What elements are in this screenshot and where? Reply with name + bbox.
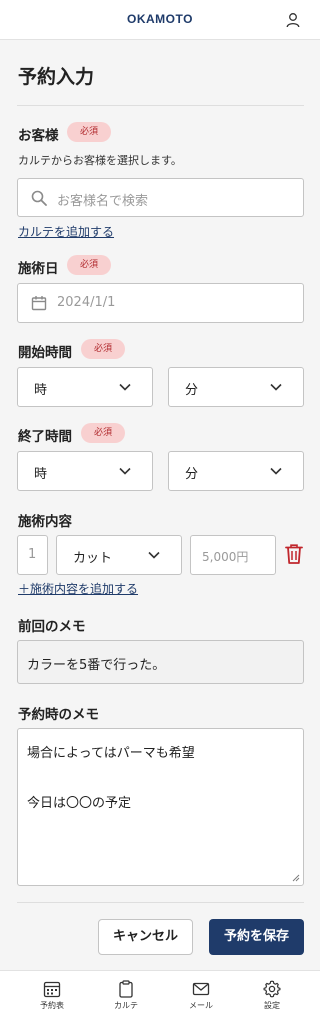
treatment-date-label: 施術日	[18, 261, 59, 277]
bottom-navigation: 予約表 カルテ メール 設定	[0, 970, 320, 1020]
end-minute-value: 分	[185, 467, 199, 482]
start-hour-value: 時	[34, 383, 48, 398]
end-hour-select[interactable]: 時	[17, 451, 153, 491]
treatment-menu-value: カット	[73, 551, 113, 566]
booking-memo-line: 場合によってはパーマも希望	[27, 746, 195, 761]
nav-item-settings[interactable]: 設定	[237, 971, 307, 1020]
booking-memo-textarea[interactable]: 場合によってはパーマも希望 今日は〇〇の予定	[17, 728, 304, 886]
search-icon	[31, 190, 47, 206]
chevron-down-icon	[270, 383, 282, 391]
page-title: 予約入力	[18, 66, 95, 88]
add-chart-link[interactable]: カルテを追加する	[18, 223, 114, 240]
end-hour-value: 時	[34, 467, 48, 482]
app-header: OKAMOTO	[0, 0, 320, 40]
treatment-content-label: 施術内容	[18, 514, 72, 530]
required-badge: 必須	[81, 339, 125, 359]
previous-memo-text: カラーを5番で行った。	[27, 658, 166, 673]
user-icon[interactable]	[284, 11, 302, 29]
nav-item-chart[interactable]: カルテ	[91, 971, 161, 1020]
start-time-label: 開始時間	[18, 345, 72, 361]
title-divider	[17, 105, 304, 106]
chevron-down-icon	[148, 551, 160, 559]
price-input[interactable]: 5,000円	[190, 535, 276, 575]
calendar-icon	[43, 981, 61, 998]
price-placeholder: 5,000円	[202, 550, 249, 564]
add-treatment-link[interactable]: ＋施術内容を追加する	[18, 580, 138, 597]
actions-divider	[17, 902, 304, 903]
chevron-down-icon	[119, 383, 131, 391]
search-placeholder: お客様名で検索	[57, 194, 149, 209]
cancel-button[interactable]: キャンセル	[98, 919, 193, 955]
required-badge: 必須	[67, 122, 111, 142]
clipboard-icon	[119, 980, 133, 998]
end-minute-select[interactable]: 分	[168, 451, 304, 491]
date-placeholder: 2024/1/1	[57, 295, 116, 310]
nav-label: メール	[189, 1001, 213, 1010]
customer-label: お客様	[18, 128, 59, 144]
required-badge: 必須	[67, 255, 111, 275]
start-hour-select[interactable]: 時	[17, 367, 153, 407]
quantity-value: 1	[28, 547, 37, 562]
nav-label: 設定	[264, 1001, 280, 1010]
booking-memo-label: 予約時のメモ	[18, 707, 99, 723]
resize-handle-icon[interactable]	[292, 874, 300, 882]
chevron-down-icon	[119, 467, 131, 475]
booking-memo-line: 今日は〇〇の予定	[27, 796, 132, 811]
brand-logo[interactable]: OKAMOTO	[0, 12, 320, 26]
start-minute-value: 分	[185, 383, 199, 398]
mail-icon	[192, 982, 210, 996]
trash-icon[interactable]	[284, 543, 304, 565]
customer-search-input[interactable]: お客様名で検索	[17, 178, 304, 217]
calendar-icon	[31, 296, 47, 311]
required-badge: 必須	[81, 423, 125, 443]
save-booking-button[interactable]: 予約を保存	[209, 919, 304, 955]
nav-label: 予約表	[40, 1001, 64, 1010]
nav-label: カルテ	[114, 1001, 138, 1010]
nav-item-mail[interactable]: メール	[166, 971, 236, 1020]
previous-memo-field: カラーを5番で行った。	[17, 640, 304, 684]
chevron-down-icon	[270, 467, 282, 475]
customer-helper-text: カルテからお客様を選択します。	[18, 154, 182, 167]
nav-item-schedule[interactable]: 予約表	[17, 971, 87, 1020]
gear-icon	[263, 980, 281, 998]
start-minute-select[interactable]: 分	[168, 367, 304, 407]
treatment-date-input[interactable]: 2024/1/1	[17, 283, 304, 323]
end-time-label: 終了時間	[18, 429, 72, 445]
quantity-input[interactable]: 1	[17, 535, 48, 575]
previous-memo-label: 前回のメモ	[18, 619, 86, 635]
treatment-menu-select[interactable]: カット	[56, 535, 182, 575]
